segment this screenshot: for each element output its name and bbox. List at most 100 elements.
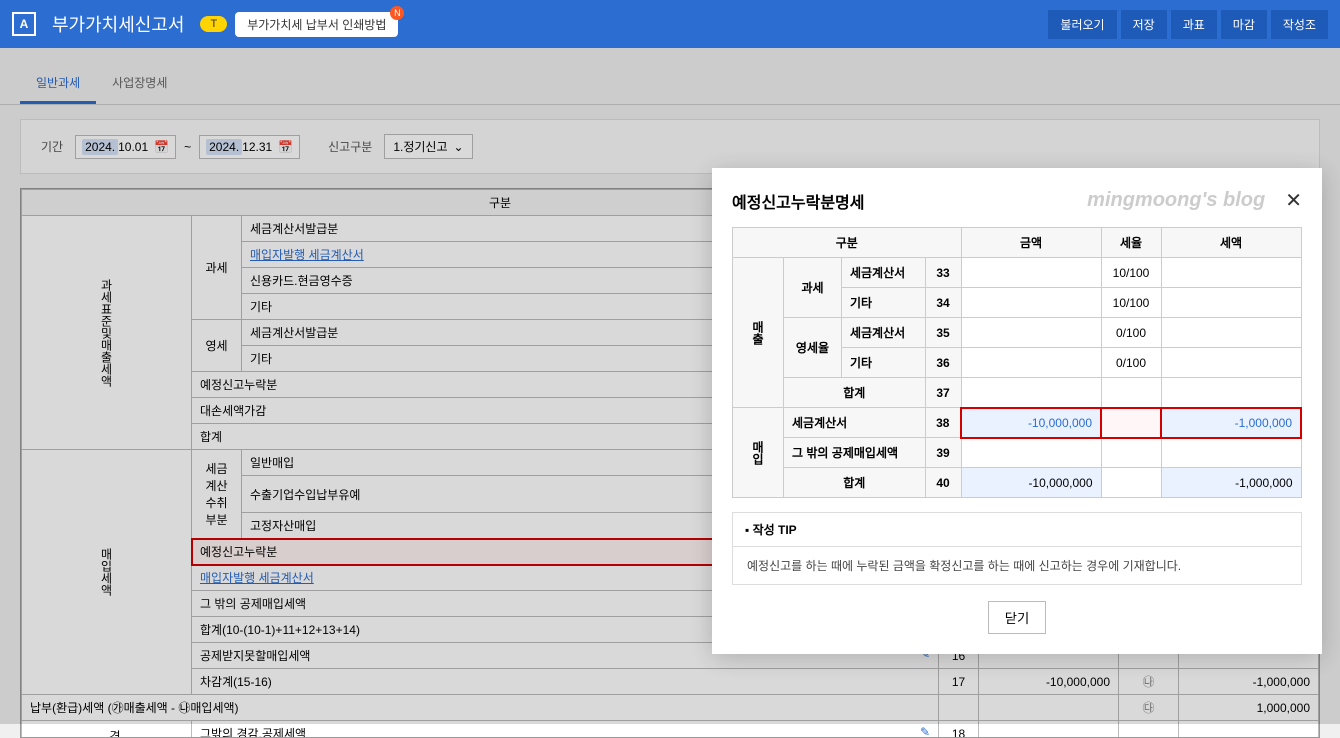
cell-rate	[1119, 721, 1179, 738]
modal-cell-amt[interactable]	[961, 348, 1101, 378]
period-label: 기간	[41, 138, 63, 155]
load-button[interactable]: 불러오기	[1048, 10, 1116, 39]
help-chip[interactable]: 부가가치세 납부서 인쇄방법 N	[235, 12, 398, 37]
type-label: 신고구분	[328, 138, 372, 155]
table-row: 차감계(15-16)17-10,000,000㉯-1,000,000	[22, 669, 1319, 695]
subgroup-label: 과세	[192, 216, 242, 320]
modal-row-label: 그 밖의 공제매입세액	[784, 438, 926, 468]
group-label: 경감공제세액	[22, 721, 192, 738]
tip-box: ▪ 작성 TIP 예정신고를 하는 때에 누락된 금액을 확정신고를 하는 때에…	[732, 512, 1302, 585]
row-no	[939, 695, 979, 721]
date-from-year: 2024.	[82, 139, 118, 155]
tab-business[interactable]: 사업장명세	[96, 66, 183, 104]
page-title: 부가가치세신고서	[52, 11, 184, 37]
tip-body: 예정신고를 하는 때에 누락된 금액을 확정신고를 하는 때에 신고하는 경우에…	[733, 547, 1301, 584]
app-logo-icon: A	[12, 12, 36, 36]
cell-tax[interactable]	[1179, 721, 1319, 738]
header-actions: 불러오기 저장 과표 마감 작성조	[1048, 10, 1328, 39]
subgroup-label: 세금계산수취부분	[192, 450, 242, 539]
date-tilde: ~	[184, 140, 191, 154]
date-from-input[interactable]: 2024.10.01 📅	[75, 135, 176, 159]
modal-cell-amt[interactable]	[961, 318, 1101, 348]
modal-row-label: 세금계산서	[841, 258, 925, 288]
filter-bar: 기간 2024.10.01 📅 ~ 2024.12.31 📅 신고구분 1.정기…	[20, 119, 1320, 174]
modal-sales-label: 매출	[733, 258, 784, 408]
table-row: 경감공제세액그밖의 경감.공제세액✎18	[22, 721, 1319, 738]
modal-watermark: mingmoong's blog	[1087, 189, 1265, 212]
tip-heading: ▪ 작성 TIP	[733, 513, 1301, 547]
modal-row-no: 35	[925, 318, 961, 348]
date-to-md: 12.31	[242, 140, 272, 154]
modal-cell-rate: 10/100	[1101, 258, 1161, 288]
modal-table: 구분 금액 세율 세액 매출 과세 세금계산서 33 10/100 기타 34 …	[732, 227, 1302, 498]
row-no: 17	[939, 669, 979, 695]
link-text[interactable]: 매입자발행 세금계산서	[200, 571, 314, 585]
modal-cell-amt[interactable]	[961, 438, 1101, 468]
modal-cell-tax[interactable]	[1161, 288, 1301, 318]
modal-row-label: 합계	[784, 468, 926, 498]
modal-row-no: 39	[925, 438, 961, 468]
modal-cell-rate	[1101, 378, 1161, 408]
modal-row-no: 38	[925, 408, 961, 438]
edit-icon[interactable]: ✎	[920, 725, 930, 738]
modal-title: 예정신고누락분명세	[732, 189, 864, 213]
calendar-icon[interactable]: 📅	[278, 140, 293, 154]
mcol-amount: 금액	[961, 228, 1101, 258]
modal-row-label: 기타	[841, 348, 925, 378]
modal-cell-amt[interactable]: -10,000,000	[961, 408, 1101, 438]
row-label: 차감계(15-16)	[192, 669, 939, 695]
omission-modal: 예정신고누락분명세 mingmoong's blog ✕ 구분 금액 세율 세액…	[712, 168, 1322, 654]
help-chip-label: 부가가치세 납부서 인쇄방법	[247, 18, 386, 32]
new-badge: N	[390, 6, 404, 20]
mcol-tax: 세액	[1161, 228, 1301, 258]
app-header: A 부가가치세신고서 T 부가가치세 납부서 인쇄방법 N 불러오기 저장 과표…	[0, 0, 1340, 48]
date-to-input[interactable]: 2024.12.31 📅	[199, 135, 300, 159]
modal-cell-rate	[1101, 408, 1161, 438]
modal-yeongse-label: 영세율	[784, 318, 842, 378]
cell-tax[interactable]: -1,000,000	[1179, 669, 1319, 695]
cell-amount[interactable]: -10,000,000	[979, 669, 1119, 695]
badge-t: T	[200, 16, 227, 32]
cell-amount[interactable]	[979, 695, 1119, 721]
modal-row-no: 37	[925, 378, 961, 408]
modal-row-label: 세금계산서	[784, 408, 926, 438]
save-button[interactable]: 저장	[1121, 10, 1167, 39]
gwapyo-button[interactable]: 과표	[1171, 10, 1217, 39]
close-period-button[interactable]: 마감	[1221, 10, 1267, 39]
row-label: 그밖의 경감.공제세액✎	[192, 721, 939, 738]
cell-tax[interactable]: 1,000,000	[1179, 695, 1319, 721]
date-from-md: 10.01	[118, 140, 148, 154]
modal-cell-rate: 10/100	[1101, 288, 1161, 318]
write-button[interactable]: 작성조	[1271, 10, 1328, 39]
modal-cell-tax[interactable]	[1161, 318, 1301, 348]
mcol-rate: 세율	[1101, 228, 1161, 258]
cell-rate: ㉰	[1119, 695, 1179, 721]
modal-header: 예정신고누락분명세 mingmoong's blog ✕	[732, 188, 1302, 213]
link-text[interactable]: 매입자발행 세금계산서	[250, 248, 364, 262]
calendar-icon[interactable]: 📅	[154, 140, 169, 154]
modal-row-label: 세금계산서	[841, 318, 925, 348]
cell-amount[interactable]	[979, 721, 1119, 738]
row-label: 납부(환급)세액 (㉮매출세액 - ㉯매입세액)	[22, 695, 939, 721]
modal-cell-amt[interactable]	[961, 258, 1101, 288]
mcol-gubun: 구분	[733, 228, 962, 258]
modal-gwase-label: 과세	[784, 258, 842, 318]
tab-bar: 일반과세 사업장명세	[0, 48, 1340, 105]
modal-cell-amt[interactable]	[961, 288, 1101, 318]
modal-row-label: 기타	[841, 288, 925, 318]
modal-row-no: 40	[925, 468, 961, 498]
modal-cell-amt: -10,000,000	[961, 468, 1101, 498]
group-label: 매입세액	[22, 450, 192, 695]
modal-close-button[interactable]: 닫기	[988, 601, 1047, 634]
tab-general[interactable]: 일반과세	[20, 66, 96, 104]
modal-cell-amt	[961, 378, 1101, 408]
modal-cell-rate: 0/100	[1101, 318, 1161, 348]
modal-footer: 닫기	[732, 601, 1302, 634]
modal-cell-tax[interactable]	[1161, 348, 1301, 378]
modal-cell-tax[interactable]	[1161, 258, 1301, 288]
modal-cell-tax[interactable]	[1161, 438, 1301, 468]
type-select[interactable]: 1.정기신고 ⌄	[384, 134, 472, 159]
modal-cell-tax[interactable]: -1,000,000	[1161, 408, 1301, 438]
close-icon[interactable]: ✕	[1285, 188, 1302, 213]
modal-cell-tax: -1,000,000	[1161, 468, 1301, 498]
